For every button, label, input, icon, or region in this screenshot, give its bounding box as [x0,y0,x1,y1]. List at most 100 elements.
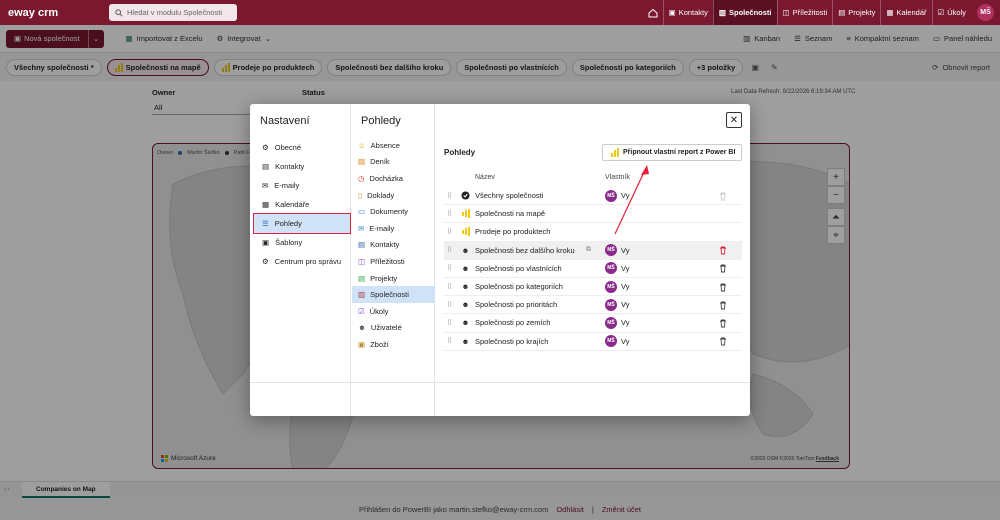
module-item-companies[interactable]: ▥ Společnosti [352,286,435,303]
item-label: Obecné [274,143,302,152]
table-row[interactable]: ⠿ ☻ Společnosti bez dalšího kroku ⧉ MŠ Vy [444,241,742,260]
item-label: Zboží [370,339,389,349]
table-row[interactable]: ⠿ ☻ Společnosti po prioritách MŠ Vy [444,296,742,315]
drag-handle-icon[interactable]: ⠿ [447,283,452,291]
search-placeholder: Hledat v modulu Společnosti [127,8,223,17]
box-icon: ▣ [358,339,366,349]
tasks-icon: ☑ [937,8,945,17]
module-item-opportunities[interactable]: ◫ Příležitosti [352,253,435,270]
trash-icon[interactable] [718,300,728,310]
contact-card-icon: ▤ [262,162,270,171]
owner-label: Vy [621,318,630,328]
table-row[interactable]: ⠿ ☻ Společnosti po zemích MŠ Vy [444,314,742,333]
owner-label: Vy [621,245,630,255]
owner-label: Vy [621,300,630,310]
table-row[interactable]: ⠿ Prodeje po produktech [444,223,742,242]
view-name: Společnosti po kategoriích [475,282,563,292]
powerbi-icon [611,148,619,157]
item-label: Uživatelé [370,323,402,333]
drag-handle-icon[interactable]: ⠿ [447,228,452,236]
view-owner: MŠ Vy [605,280,630,293]
module-items: ☺ Absence ▤ Deník ◷ Docházka ▯ Doklady ▭ Doku… [352,137,435,353]
module-item-attendance[interactable]: ◷ Docházka [352,170,435,187]
trash-icon-disabled [720,192,726,201]
copy-icon[interactable]: ⧉ [586,246,591,254]
pin-powerbi-report-button[interactable]: Připnout vlastní report z Power BI [602,144,742,161]
tab-kalendar[interactable]: ▦ Kalendář [880,0,931,25]
top-bar: eway crm Hledat v modulu Společnosti ▣ Ko… [0,0,1000,25]
drag-handle-icon[interactable]: ⠿ [447,264,452,272]
view-name: Prodeje po produktech [475,227,551,237]
view-name: Společnosti po vlastnících [475,263,562,273]
view-name: Společnosti bez dalšího kroku [475,245,575,255]
module-item-projects[interactable]: ▤ Projekty [352,270,435,287]
module-item-invoices[interactable]: ▯ Doklady [352,187,435,204]
view-name: Společnosti po krajích [475,336,549,346]
trash-icon[interactable] [718,263,728,273]
drag-handle-icon[interactable]: ⠿ [447,192,452,200]
column-name: Název [475,174,495,181]
eway-icon [461,191,470,200]
tab-spolecnosti[interactable]: ▥ Společnosti [712,0,777,25]
table-row[interactable]: ⠿ ☻ Společnosti po krajích MŠ Vy [444,333,742,351]
drag-handle-icon[interactable]: ⠿ [447,301,452,309]
company-icon: ▥ [358,290,366,300]
settings-item-templates[interactable]: ▣ Šablony [254,233,350,252]
trash-icon[interactable] [718,336,728,346]
module-item-emails[interactable]: ✉ E-maily [352,220,435,237]
module-item-users[interactable]: ☻ Uživatelé [352,320,435,337]
table-row[interactable]: ⠿ ☻ Společnosti po kategoriích MŠ Vy [444,278,742,297]
search-input[interactable]: Hledat v modulu Společnosti [109,4,237,21]
owner-label: Vy [621,282,630,292]
settings-item-contacts[interactable]: ▤ Kontakty [254,157,350,176]
module-item-products[interactable]: ▣ Zboží [352,336,435,353]
projects-icon: ▤ [838,8,846,17]
trash-icon[interactable] [718,318,728,328]
settings-item-emails[interactable]: ✉ E-maily [254,176,350,195]
views-table-header: Název Vlastník [444,174,742,186]
tab-kontakty[interactable]: ▣ Kontakty [662,0,713,25]
tab-label: Kalendář [896,8,927,17]
tab-prilezitosti[interactable]: ◫ Příležitosti [776,0,833,25]
close-icon: ✕ [729,114,739,126]
tab-label: Úkoly [947,8,966,17]
module-item-tasks[interactable]: ☑ Úkoly [352,303,435,320]
tab-projekty[interactable]: ▤ Projekty [832,0,880,25]
user-avatar[interactable]: MŠ [977,4,994,21]
project-icon: ▤ [358,273,366,283]
journal-icon: ▤ [358,157,366,167]
settings-item-general[interactable]: ⚙ Obecné [254,138,350,157]
item-label: Deník [370,157,390,167]
trash-icon[interactable] [718,245,728,255]
table-row[interactable]: ⠿ ☻ Společnosti po vlastnících MŠ Vy [444,260,742,278]
item-label: Projekty [370,273,398,283]
dialog-footer-divider [250,382,750,383]
item-label: Společnosti [370,290,409,300]
table-row[interactable]: ⠿ Společnosti na mapě [444,205,742,224]
tab-label: Kontakty [678,8,708,17]
close-button[interactable]: ✕ [726,112,742,128]
view-owner: MŠ Vy [605,189,629,202]
settings-item-calendars[interactable]: ▦ Kalendáře [254,195,350,214]
avatar: MŠ [605,189,617,202]
table-row[interactable]: ⠿ Všechny společnosti MŠ Vy [444,187,742,206]
views-title: Pohledy [361,115,401,127]
avatar: MŠ [605,316,617,329]
dialog-title: Nastavení [260,115,310,127]
tab-ukoly[interactable]: ☑ Úkoly [931,0,972,25]
eway-logo[interactable]: eway crm [8,7,103,19]
home-button[interactable] [643,0,663,25]
gear-icon: ⚙ [262,143,269,152]
drag-handle-icon[interactable]: ⠿ [447,210,452,218]
module-item-journal[interactable]: ▤ Deník [352,154,435,171]
settings-item-views[interactable]: ☰ Pohledy [253,213,351,234]
module-item-contacts[interactable]: ▤ Kontakty [352,237,435,254]
module-item-documents[interactable]: ▭ Dokumenty [352,203,435,220]
trash-icon[interactable] [718,282,728,292]
settings-item-admin[interactable]: ⚙ Centrum pro správu [254,252,350,271]
avatar: MŠ [605,298,617,311]
drag-handle-icon[interactable]: ⠿ [447,319,452,327]
drag-handle-icon[interactable]: ⠿ [447,337,452,345]
drag-handle-icon[interactable]: ⠿ [447,246,452,254]
module-item-absence[interactable]: ☺ Absence [352,137,435,154]
